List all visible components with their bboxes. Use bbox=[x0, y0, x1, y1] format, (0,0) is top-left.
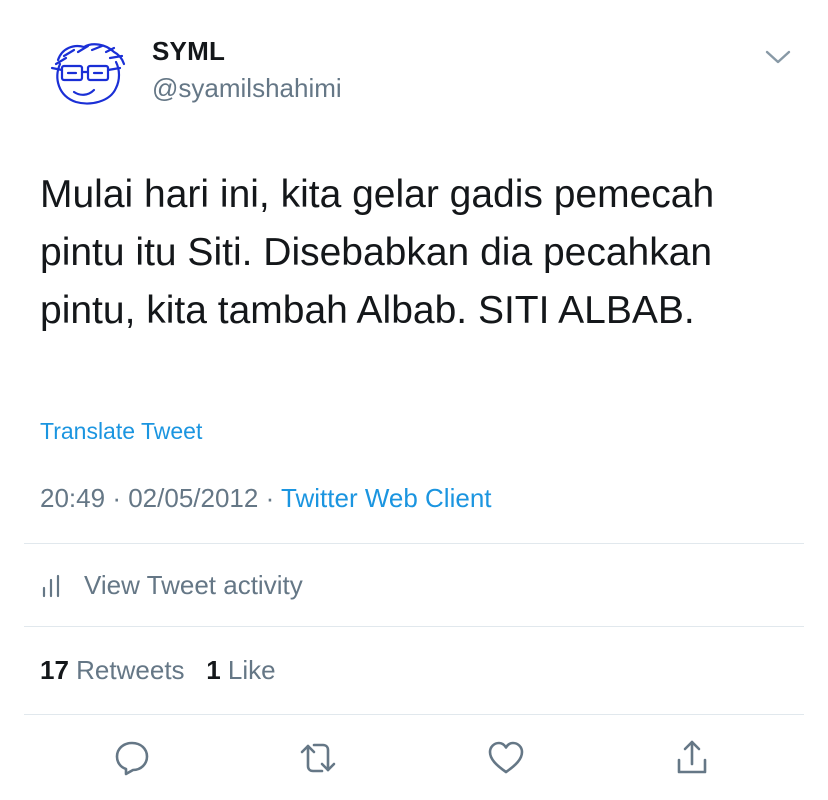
heart-icon[interactable] bbox=[486, 738, 526, 778]
view-tweet-activity-label: View Tweet activity bbox=[84, 570, 303, 600]
meta-separator: · bbox=[112, 483, 121, 513]
tweet-text-line: Mulai hari ini, kita gelar gadis pemecah bbox=[40, 173, 715, 216]
doodle-avatar-icon[interactable] bbox=[44, 38, 128, 108]
meta-separator: · bbox=[265, 483, 275, 513]
chevron-down-icon[interactable] bbox=[764, 47, 792, 67]
bar-chart-icon bbox=[42, 574, 60, 597]
divider bbox=[24, 714, 804, 715]
retweets-count: 17 bbox=[40, 655, 69, 685]
view-tweet-activity-button[interactable]: View Tweet activity bbox=[40, 570, 303, 601]
share-icon[interactable] bbox=[672, 738, 712, 778]
retweets-stat[interactable]: 17 Retweets bbox=[40, 655, 185, 685]
divider bbox=[24, 543, 804, 544]
tweet-time: 20:49 bbox=[40, 483, 106, 513]
user-handle[interactable]: @syamilshahimi bbox=[152, 73, 342, 104]
likes-stat[interactable]: 1 Like bbox=[206, 655, 275, 685]
retweet-icon[interactable] bbox=[298, 738, 338, 778]
tweet-text-line: pintu, kita tambah Albab. SITI ALBAB. bbox=[40, 289, 695, 332]
likes-label: Like bbox=[227, 655, 276, 685]
likes-count: 1 bbox=[206, 655, 221, 685]
tweet-meta: 20:49 · 02/05/2012 · Twitter Web Client bbox=[40, 483, 492, 514]
reply-icon[interactable] bbox=[112, 738, 152, 778]
display-name[interactable]: SYML bbox=[152, 36, 225, 67]
tweet-source-link[interactable]: Twitter Web Client bbox=[281, 483, 491, 513]
translate-tweet-link[interactable]: Translate Tweet bbox=[40, 418, 202, 445]
divider bbox=[24, 626, 804, 627]
retweets-label: Retweets bbox=[76, 655, 185, 685]
tweet-text: Mulai hari ini, kita gelar gadis pemecah… bbox=[40, 166, 800, 340]
tweet-stats: 17 Retweets 1 Like bbox=[40, 655, 276, 686]
tweet-date: 02/05/2012 bbox=[128, 483, 259, 513]
tweet-text-line: pintu itu Siti. Disebabkan dia pecahkan bbox=[40, 231, 713, 274]
